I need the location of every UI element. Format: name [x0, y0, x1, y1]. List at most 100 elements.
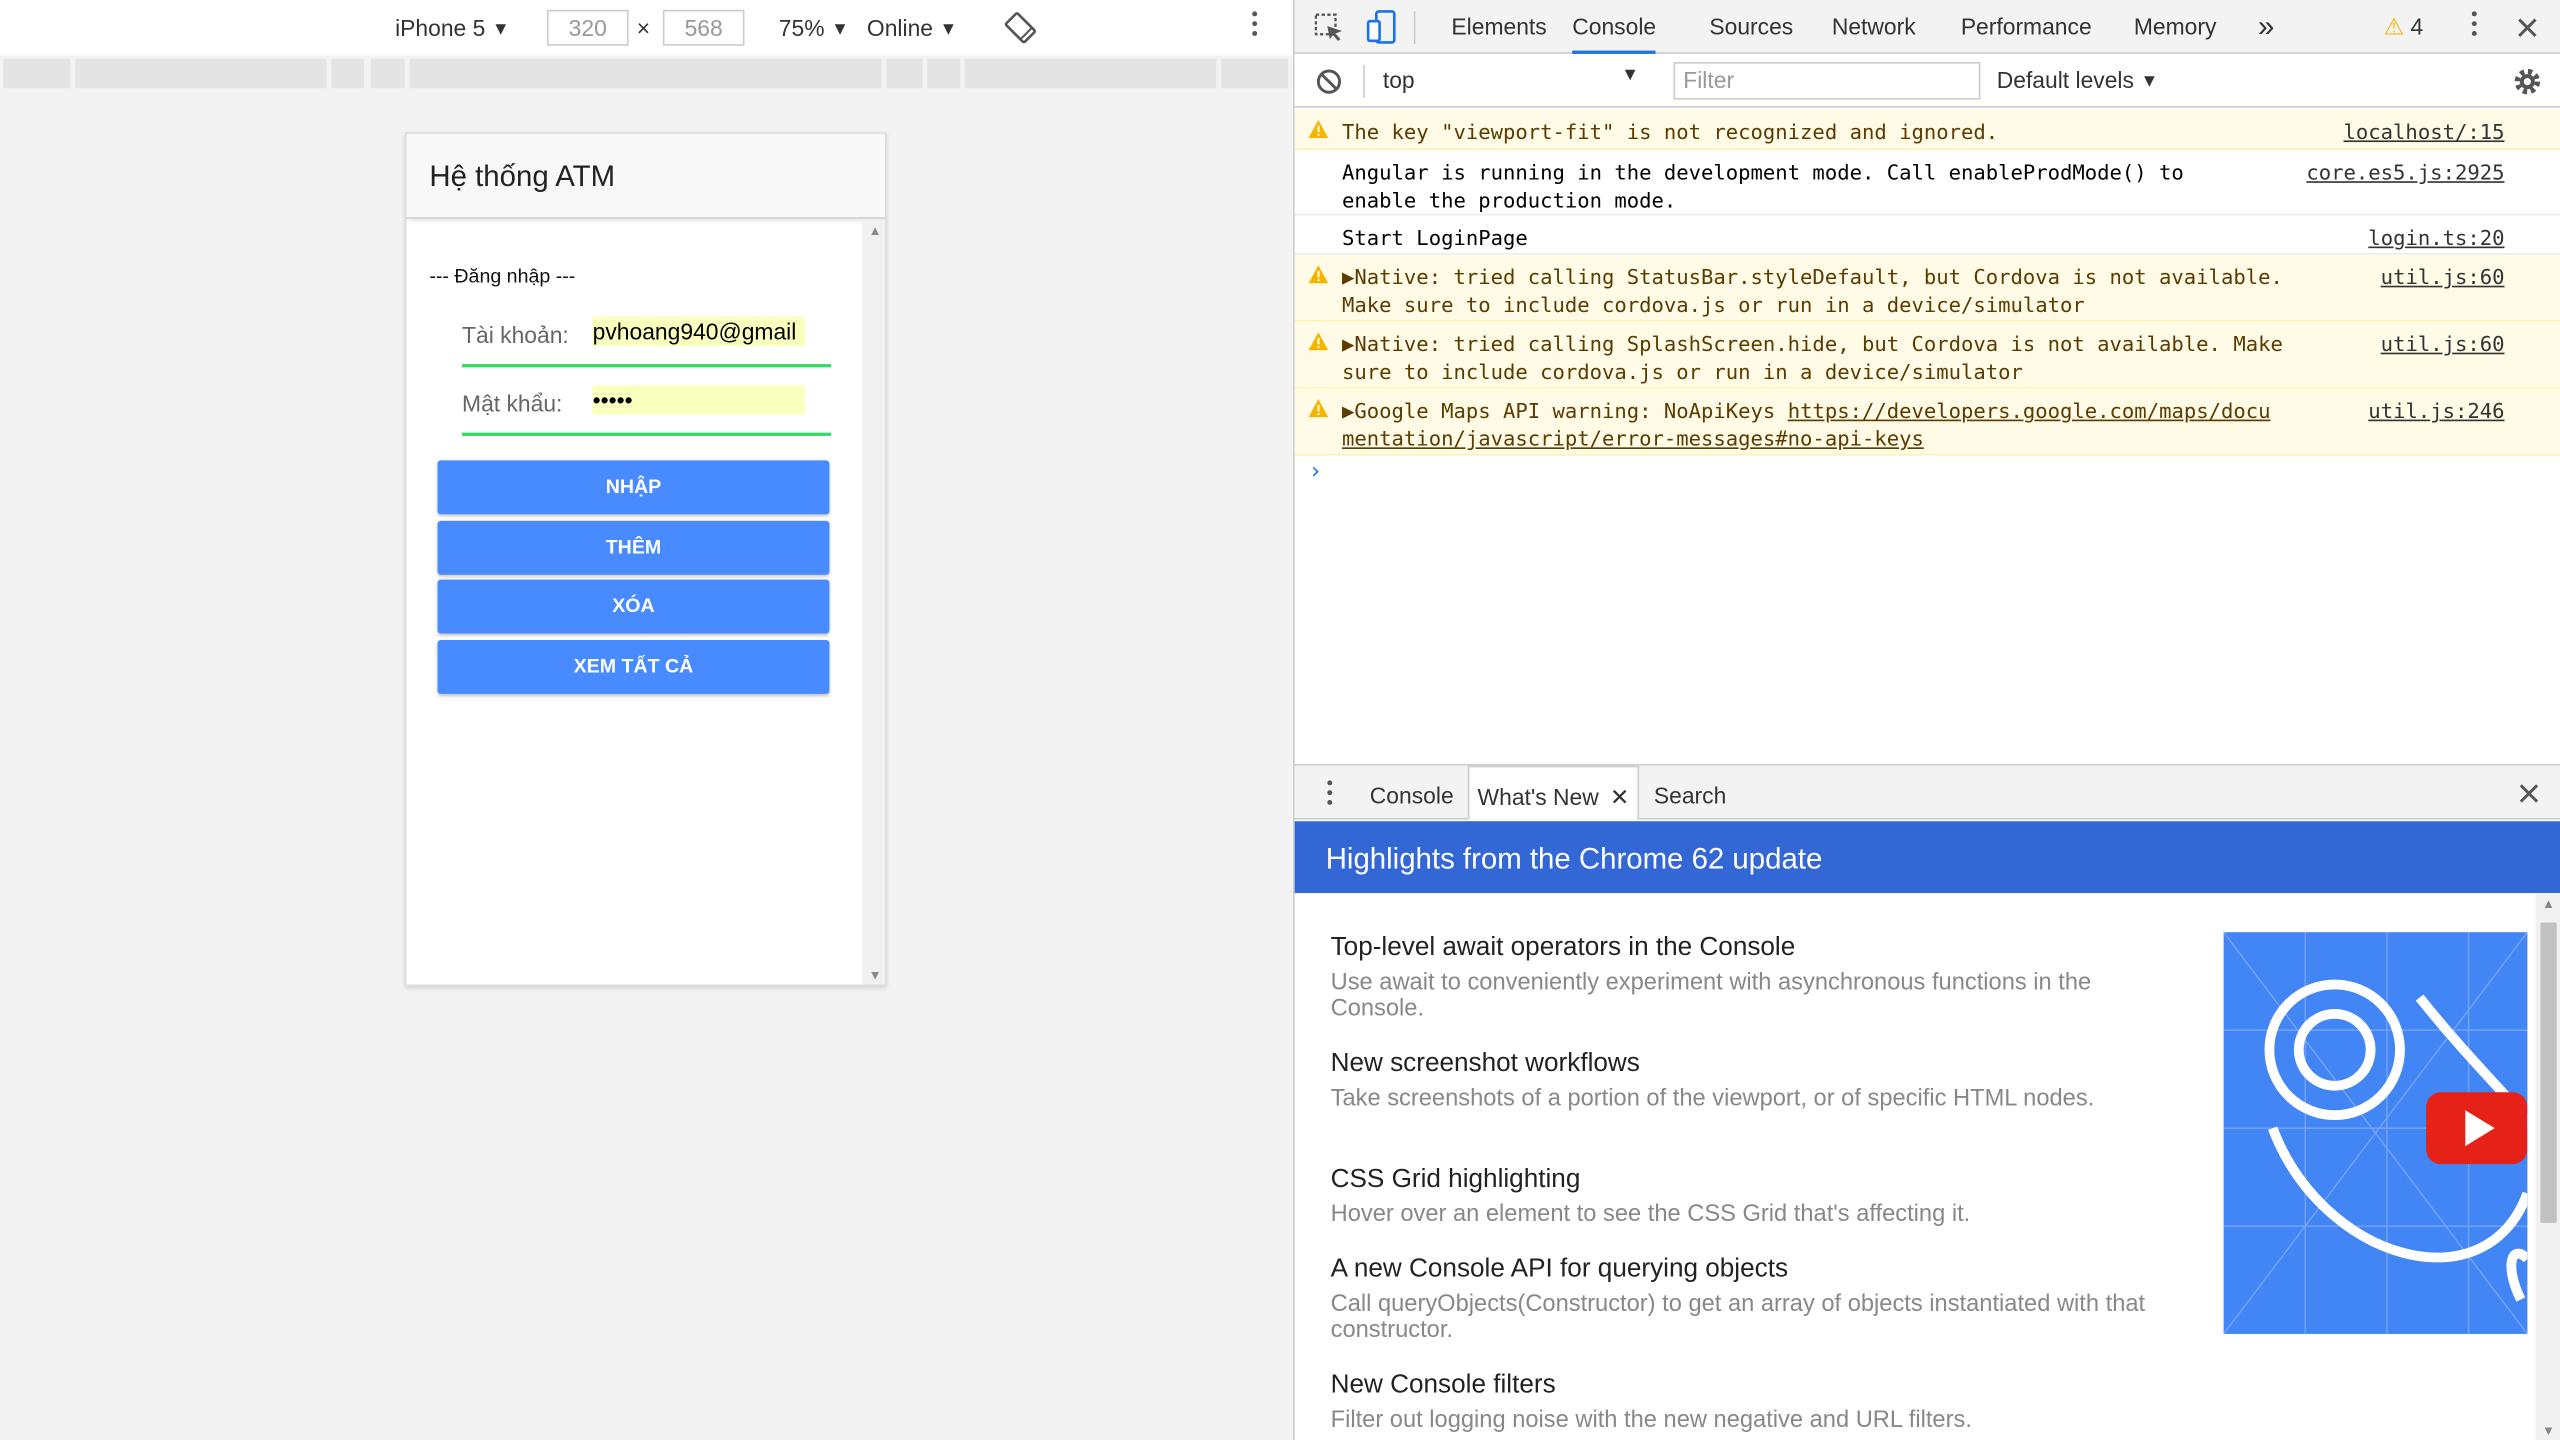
- rotate-icon[interactable]: [1002, 10, 1038, 46]
- kebab-icon[interactable]: [1324, 780, 1334, 809]
- network-select[interactable]: Online ▼: [867, 13, 957, 44]
- caret-down-icon: ▼: [491, 19, 510, 40]
- login-button[interactable]: NHẬP: [437, 460, 830, 515]
- devtools-drawer: Console What's New ✕ Search Highlights f…: [1294, 764, 2560, 1440]
- feature-title[interactable]: A new Console API for querying objects: [1331, 1254, 2147, 1287]
- password-input[interactable]: •••••: [592, 385, 805, 415]
- drawer-tab-whats-new[interactable]: What's New ✕: [1467, 765, 1639, 820]
- device-select[interactable]: iPhone 5 ▼: [395, 13, 510, 44]
- device-viewport: Hệ thống ATM --- Đăng nhập --- Tài khoản…: [404, 132, 887, 987]
- username-label: Tài khoản:: [462, 321, 569, 348]
- warning-icon: [1308, 398, 1329, 422]
- delete-button[interactable]: XÓA: [437, 579, 830, 634]
- context-select[interactable]: top: [1383, 67, 1415, 93]
- console-message-source[interactable]: core.es5.js:2925: [2306, 158, 2504, 186]
- username-field[interactable]: Tài khoản: pvhoang940@gmail: [462, 309, 832, 368]
- kebab-icon[interactable]: [2469, 11, 2479, 40]
- warning-icon: [1308, 331, 1329, 355]
- caret-down-icon: ▼: [939, 19, 958, 40]
- gear-icon[interactable]: [2511, 65, 2544, 98]
- feature-title[interactable]: Top-level await operators in the Console: [1331, 932, 2147, 965]
- console-message-source[interactable]: util.js:246: [2368, 397, 2504, 425]
- feature-item[interactable]: Top-level await operators in the Console…: [1331, 932, 2147, 1022]
- close-icon[interactable]: [2518, 782, 2541, 805]
- console-message: Angular is running in the development mo…: [1294, 150, 2560, 216]
- scroll-down-icon[interactable]: ▼: [869, 968, 882, 983]
- console-message-source[interactable]: util.js:60: [2381, 263, 2505, 291]
- console-prompt[interactable]: ›: [1311, 459, 1320, 485]
- drawer-tab-console[interactable]: Console: [1370, 766, 1454, 820]
- device-emulation-pane: iPhone 5 ▼ 320 × 568 75% ▼ Online ▼ Hệ thốn…: [0, 0, 1294, 1440]
- scroll-down-icon[interactable]: ▼: [2542, 1424, 2555, 1439]
- console-message-text: The key "viewport-fit" is not recognized…: [1342, 119, 1999, 144]
- console-message[interactable]: ▶Native: tried calling SplashScreen.hide…: [1294, 321, 2560, 389]
- feature-item[interactable]: CSS Grid highlighting Hover over an elem…: [1331, 1164, 2147, 1228]
- zoom-value: 75%: [778, 14, 825, 41]
- more-tabs-button[interactable]: »: [2258, 0, 2274, 54]
- console-message[interactable]: ▶Native: tried calling StatusBar.styleDe…: [1294, 254, 2560, 322]
- width-input[interactable]: 320: [546, 9, 629, 46]
- drawer-scrollbar[interactable]: ▲ ▼: [2535, 893, 2560, 1440]
- feature-desc: Filter out logging noise with the new ne…: [1330, 1407, 1972, 1434]
- password-field[interactable]: Mật khẩu: •••••: [462, 377, 832, 436]
- close-icon[interactable]: ✕: [1610, 784, 1629, 810]
- feature-item[interactable]: New screenshot workflows Take screenshot…: [1331, 1048, 2147, 1112]
- kebab-icon[interactable]: [1249, 11, 1259, 40]
- network-value: Online: [866, 14, 934, 41]
- log-levels-select[interactable]: Default levels ▼: [1997, 67, 2159, 93]
- media-query-ruler[interactable]: [0, 55, 1294, 92]
- feature-title[interactable]: CSS Grid highlighting: [1331, 1164, 2147, 1197]
- drawer-tab-search[interactable]: Search: [1654, 766, 1726, 820]
- inspect-icon[interactable]: [1313, 11, 1346, 44]
- console-message-text: ▶Native: tried calling StatusBar.styleDe…: [1342, 264, 2283, 317]
- scrollbar-thumb[interactable]: [2540, 922, 2557, 1223]
- warning-counter[interactable]: ⚠ 4: [2384, 0, 2424, 54]
- console-filter-bar: top ▼ Filter Default levels ▼: [1294, 55, 2560, 108]
- console-message-prefix: ▶Google Maps API warning: NoApiKeys: [1342, 398, 1788, 423]
- filter-input[interactable]: Filter: [1673, 62, 1981, 100]
- tab-memory[interactable]: Memory: [2134, 0, 2217, 54]
- tab-network[interactable]: Network: [1832, 0, 1916, 54]
- app-title: Hệ thống ATM: [429, 159, 616, 193]
- add-button[interactable]: THÊM: [437, 520, 830, 575]
- feature-title[interactable]: New Console filters: [1331, 1370, 2147, 1403]
- username-input[interactable]: pvhoang940@gmail: [592, 316, 805, 347]
- console-message-source[interactable]: util.js:60: [2381, 330, 2505, 358]
- feature-desc: Call queryObjects(Constructor) to get an…: [1330, 1291, 2146, 1344]
- scroll-up-icon[interactable]: ▲: [869, 224, 882, 239]
- console-message-text: ▶Google Maps API warning: NoApiKeys http…: [1342, 397, 2354, 453]
- app-scrollbar[interactable]: ▲ ▼: [862, 220, 885, 985]
- warning-icon: ⚠: [2383, 13, 2405, 40]
- feature-item[interactable]: New Console filters Filter out logging n…: [1330, 1370, 2147, 1434]
- tab-elements[interactable]: Elements: [1451, 0, 1546, 54]
- console-message[interactable]: ▶Google Maps API warning: NoApiKeys http…: [1294, 388, 2560, 456]
- caret-down-icon: ▼: [831, 19, 849, 40]
- tab-sources[interactable]: Sources: [1709, 0, 1793, 54]
- video-thumbnail[interactable]: [2223, 932, 2528, 1334]
- clear-console-icon[interactable]: [1314, 67, 1343, 96]
- app-header: Hệ thống ATM: [406, 133, 885, 219]
- feature-item[interactable]: A new Console API for querying objects C…: [1331, 1254, 2147, 1344]
- height-input[interactable]: 568: [662, 9, 745, 46]
- warning-icon: [1308, 264, 1329, 288]
- tab-console[interactable]: Console: [1572, 0, 1657, 54]
- caret-down-icon[interactable]: ▼: [1621, 65, 1639, 85]
- tab-performance[interactable]: Performance: [1961, 0, 2092, 54]
- close-icon[interactable]: [2516, 16, 2539, 39]
- feature-desc: Hover over an element to see the CSS Gri…: [1330, 1201, 1971, 1228]
- console-message-text: ▶Native: tried calling SplashScreen.hide…: [1342, 331, 2283, 384]
- chrome-62-artwork: [2223, 932, 2528, 1334]
- feature-title[interactable]: New screenshot workflows: [1331, 1048, 2147, 1081]
- password-label: Mật khẩu:: [462, 390, 563, 417]
- device-toggle-icon[interactable]: [1365, 10, 1398, 46]
- devtools-tabbar: Elements Console Sources Network Perform…: [1294, 0, 2560, 54]
- scroll-up-icon[interactable]: ▲: [2542, 896, 2555, 911]
- view-all-button[interactable]: XEM TẤT CẢ: [437, 639, 830, 694]
- zoom-select[interactable]: 75% ▼: [779, 13, 849, 44]
- console-message: Start LoginPage login.ts:20: [1294, 216, 2560, 255]
- console-message-source[interactable]: localhost/:15: [2344, 118, 2505, 146]
- feature-desc: Use await to conveniently experiment wit…: [1330, 969, 2092, 1023]
- drawer-tabbar: Console What's New ✕ Search: [1294, 765, 2560, 820]
- console-message-source[interactable]: login.ts:20: [2368, 224, 2504, 252]
- device-name: iPhone 5: [395, 14, 486, 41]
